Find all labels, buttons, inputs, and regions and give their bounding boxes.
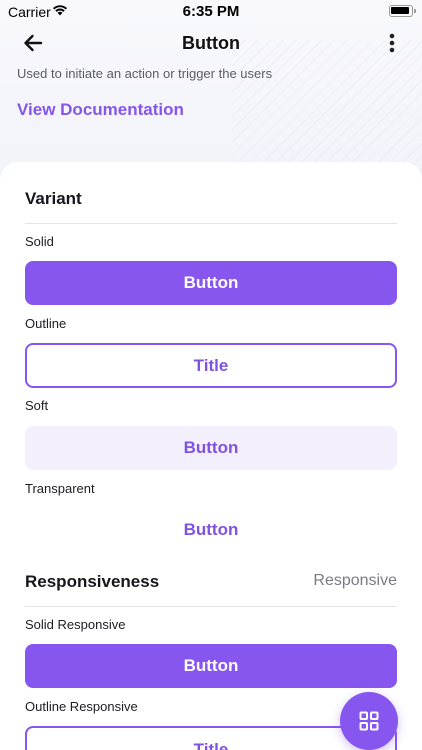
page-subtitle: Used to initiate an action or trigger th… xyxy=(17,66,273,81)
status-time: 6:35 PM xyxy=(182,3,240,20)
solid-responsive-label: Solid Responsive xyxy=(25,617,126,632)
outline-label: Outline xyxy=(25,316,67,331)
variant-section-title: Variant xyxy=(25,189,82,208)
responsiveness-section-title: Responsiveness xyxy=(25,572,160,591)
divider xyxy=(25,606,397,607)
status-bar: Carrier 6:35 PM xyxy=(0,0,422,24)
soft-button[interactable]: Button xyxy=(25,426,397,470)
transparent-button[interactable]: Button xyxy=(25,508,397,552)
soft-label: Soft xyxy=(25,398,49,413)
more-options-button[interactable] xyxy=(384,29,400,57)
page-title: Button xyxy=(182,33,240,53)
battery-icon xyxy=(389,5,416,17)
outline-button[interactable]: Title xyxy=(25,343,397,388)
solid-label: Solid xyxy=(25,234,54,249)
more-vertical-icon xyxy=(389,33,395,53)
content-card: Variant Solid Button Outline Title Soft … xyxy=(0,162,422,750)
solid-responsive-button[interactable]: Button xyxy=(25,644,397,688)
solid-button[interactable]: Button xyxy=(25,261,397,305)
view-documentation-link[interactable]: View Documentation xyxy=(17,100,184,120)
responsive-label: Responsive xyxy=(313,572,397,589)
divider xyxy=(25,223,397,224)
transparent-label: Transparent xyxy=(25,481,95,496)
floating-grid-button[interactable] xyxy=(340,692,398,750)
outline-responsive-label: Outline Responsive xyxy=(25,699,138,714)
grid-icon xyxy=(359,711,379,731)
